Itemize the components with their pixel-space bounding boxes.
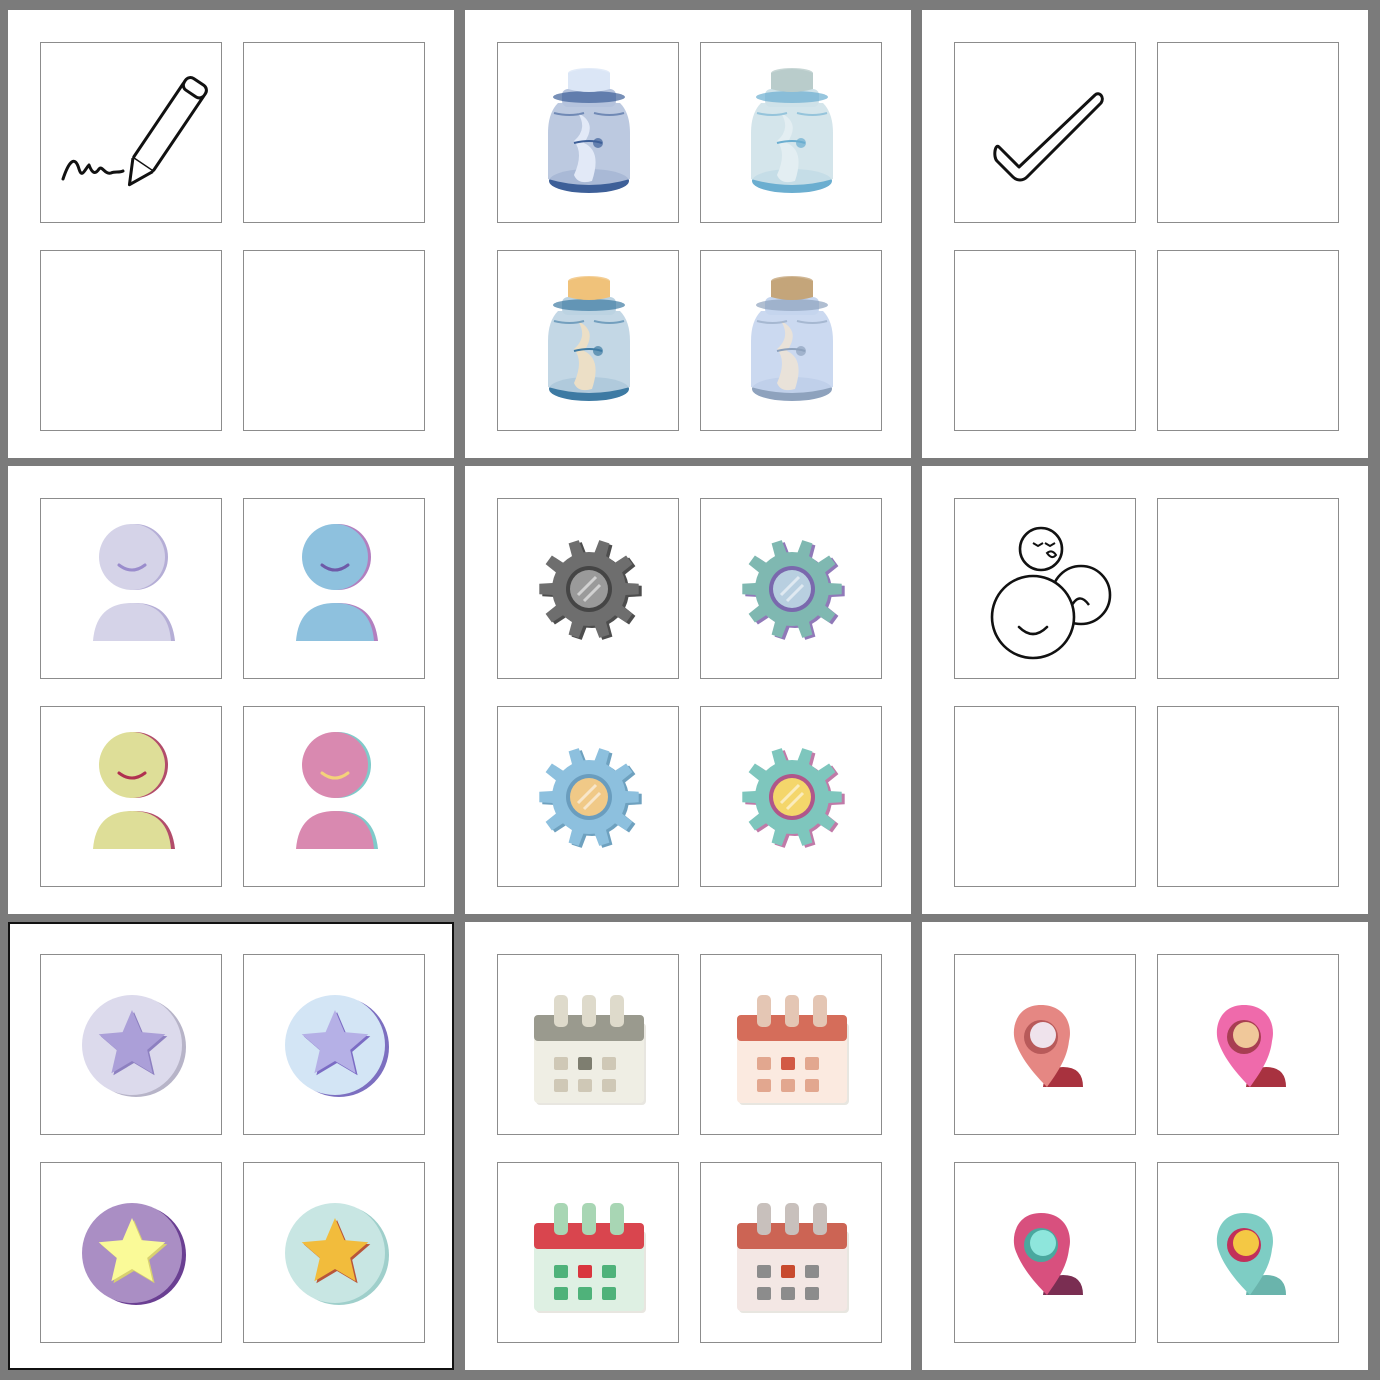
icon-cell[interactable] bbox=[40, 954, 222, 1135]
icon-cell[interactable] bbox=[700, 1162, 882, 1343]
gear-icon bbox=[742, 748, 845, 848]
icon-cell[interactable] bbox=[40, 498, 222, 679]
icon-cell[interactable] bbox=[954, 42, 1136, 223]
empty-cell[interactable] bbox=[243, 250, 425, 431]
user-icon bbox=[93, 524, 175, 641]
user-icon bbox=[93, 732, 175, 849]
empty-cell[interactable] bbox=[1157, 498, 1339, 679]
icon-cell[interactable] bbox=[497, 498, 679, 679]
empty-cell[interactable] bbox=[1157, 42, 1339, 223]
bubble-faces-icon bbox=[990, 526, 1112, 660]
calendar-icon bbox=[534, 1203, 646, 1313]
icon-cell[interactable] bbox=[40, 1162, 222, 1343]
gear-icon bbox=[539, 748, 642, 848]
icon-cell[interactable] bbox=[700, 42, 882, 223]
icon-cell[interactable] bbox=[700, 250, 882, 431]
empty-cell[interactable] bbox=[1157, 250, 1339, 431]
icon-cell[interactable] bbox=[40, 42, 222, 223]
icon-cell[interactable] bbox=[243, 706, 425, 887]
icon-panel-bubble-faces[interactable] bbox=[922, 466, 1368, 914]
location-user-icon bbox=[1013, 1005, 1083, 1087]
icon-cell[interactable] bbox=[1157, 954, 1339, 1135]
icon-cell[interactable] bbox=[497, 1162, 679, 1343]
empty-cell[interactable] bbox=[1157, 706, 1339, 887]
empty-cell[interactable] bbox=[954, 250, 1136, 431]
location-user-icon bbox=[1216, 1213, 1286, 1295]
location-user-icon bbox=[1013, 1213, 1083, 1295]
icon-panel-gear[interactable] bbox=[465, 466, 911, 914]
icon-cell[interactable] bbox=[243, 498, 425, 679]
icon-cell[interactable] bbox=[497, 954, 679, 1135]
message-bottle-icon bbox=[548, 276, 630, 401]
icon-cell[interactable] bbox=[243, 954, 425, 1135]
icon-cell[interactable] bbox=[497, 706, 679, 887]
signature-icon bbox=[61, 76, 208, 187]
empty-cell[interactable] bbox=[243, 42, 425, 223]
message-bottle-icon bbox=[751, 276, 833, 401]
star-badge-icon bbox=[82, 1203, 186, 1305]
calendar-icon bbox=[534, 995, 646, 1105]
icon-cell[interactable] bbox=[954, 1162, 1136, 1343]
empty-cell[interactable] bbox=[954, 706, 1136, 887]
star-badge-icon bbox=[82, 995, 186, 1097]
user-icon bbox=[296, 524, 378, 641]
icon-cell[interactable] bbox=[40, 706, 222, 887]
icon-panel-check[interactable] bbox=[922, 10, 1368, 458]
empty-cell[interactable] bbox=[40, 250, 222, 431]
icon-panel-user[interactable] bbox=[8, 466, 454, 914]
user-icon bbox=[296, 732, 378, 849]
icon-cell[interactable] bbox=[954, 954, 1136, 1135]
icon-panel-message-bottle[interactable] bbox=[465, 10, 911, 458]
star-badge-icon bbox=[285, 1203, 389, 1305]
gear-icon bbox=[539, 540, 642, 640]
icon-cell[interactable] bbox=[700, 498, 882, 679]
icon-cell[interactable] bbox=[700, 706, 882, 887]
icon-cell[interactable] bbox=[497, 42, 679, 223]
icon-panel-location-user[interactable] bbox=[922, 922, 1368, 1370]
icon-cell[interactable] bbox=[497, 250, 679, 431]
gear-icon bbox=[742, 540, 845, 640]
message-bottle-icon bbox=[548, 68, 630, 193]
icon-grid bbox=[0, 0, 1380, 1380]
icon-panel-star-badge[interactable] bbox=[8, 922, 454, 1370]
icon-panel-calendar[interactable] bbox=[465, 922, 911, 1370]
icon-cell[interactable] bbox=[243, 1162, 425, 1343]
icon-panel-signature[interactable] bbox=[8, 10, 454, 458]
icon-cell[interactable] bbox=[1157, 1162, 1339, 1343]
check-icon bbox=[993, 92, 1104, 182]
icon-cell[interactable] bbox=[954, 498, 1136, 679]
calendar-icon bbox=[737, 995, 849, 1105]
calendar-icon bbox=[737, 1203, 849, 1313]
location-user-icon bbox=[1216, 1005, 1286, 1087]
icon-cell[interactable] bbox=[700, 954, 882, 1135]
star-badge-icon bbox=[285, 995, 389, 1097]
message-bottle-icon bbox=[751, 68, 833, 193]
